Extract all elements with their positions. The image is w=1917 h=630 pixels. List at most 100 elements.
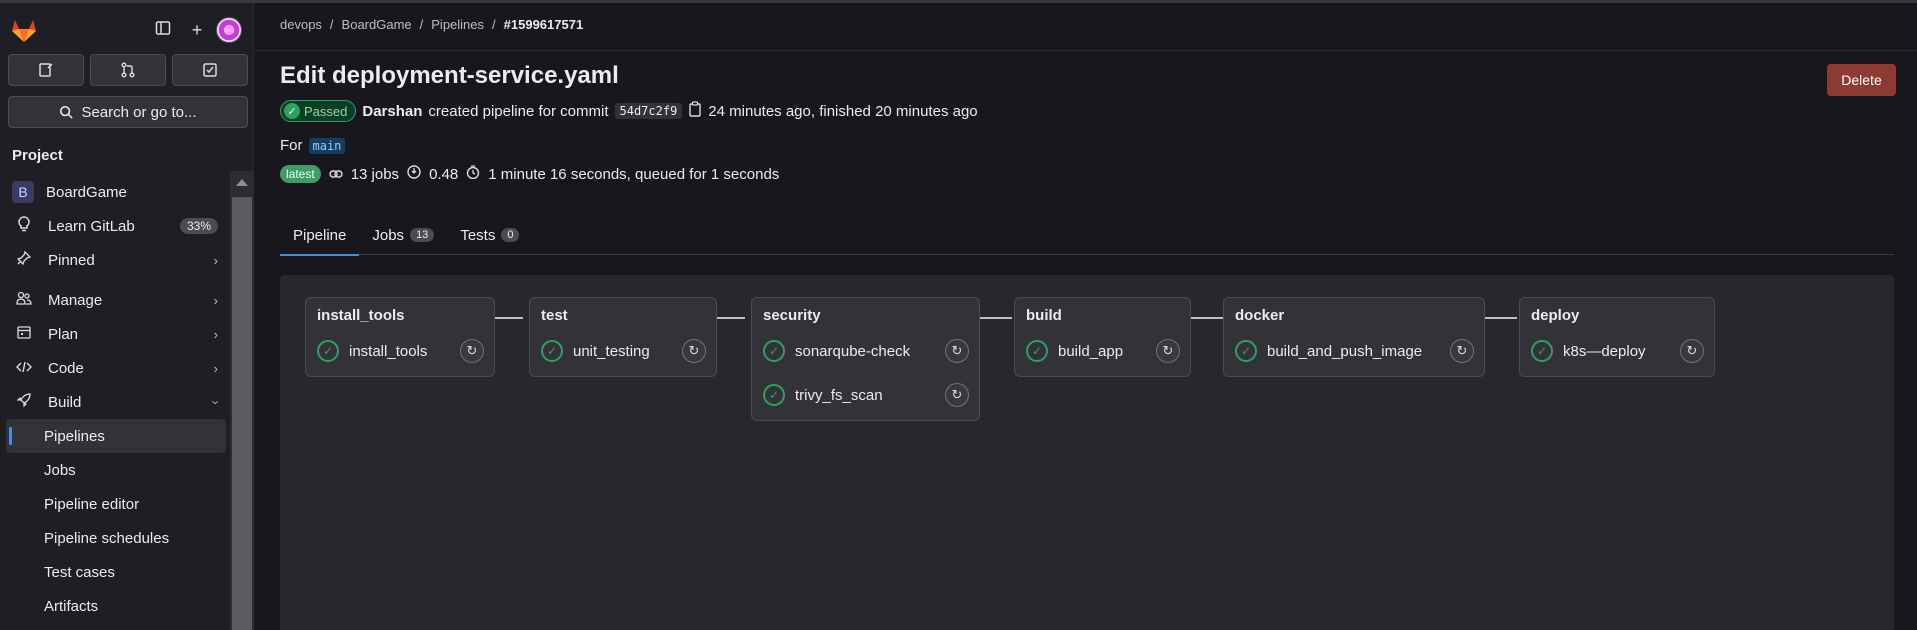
job-k8s-deploy[interactable]: ✓ k8s—deploy xyxy=(1531,338,1646,364)
stage-name: test xyxy=(541,307,568,324)
sidebar-item-code[interactable]: Code › xyxy=(0,351,230,385)
sidebar-toggle-icon[interactable] xyxy=(152,19,174,41)
todos-tab[interactable] xyxy=(172,54,248,86)
pipeline-meta: ✓ Passed Darshan created pipeline for co… xyxy=(280,100,978,122)
tab-pipeline[interactable]: Pipeline xyxy=(280,215,360,256)
tab-jobs[interactable]: Jobs 13 xyxy=(359,215,447,255)
avatar[interactable] xyxy=(216,17,242,43)
sidebar-subitem-artifacts[interactable]: Artifacts xyxy=(0,589,230,623)
sidebar-item-label: Plan xyxy=(48,325,79,343)
sidebar-item-manage[interactable]: Manage › xyxy=(0,283,230,317)
job-build-app[interactable]: ✓ build_app xyxy=(1026,338,1123,364)
page-title: Edit deployment-service.yaml xyxy=(280,62,619,89)
branch-link[interactable]: main xyxy=(308,137,346,154)
commit-sha[interactable]: 54d7c2f9 xyxy=(614,103,683,119)
job-name: build_and_push_image xyxy=(1267,342,1423,360)
sidebar-item-learn-gitlab[interactable]: Learn GitLab 33% xyxy=(0,209,230,243)
sidebar-nav: B BoardGame Learn GitLab 33% Pinned › Ma… xyxy=(0,175,230,623)
retry-icon[interactable]: ↻ xyxy=(945,339,969,363)
job-build-and-push-image[interactable]: ✓ build_and_push_image xyxy=(1235,338,1422,364)
pin-icon xyxy=(14,250,34,269)
job-trivy-fs-scan[interactable]: ✓ trivy_fs_scan xyxy=(763,382,883,408)
stage-connector xyxy=(495,317,523,319)
breadcrumb-separator: / xyxy=(492,17,496,32)
search-icon xyxy=(60,105,74,119)
sidebar-item-project[interactable]: B BoardGame xyxy=(0,175,230,209)
breadcrumb-item[interactable]: BoardGame xyxy=(342,17,412,32)
gitlab-logo-icon[interactable] xyxy=(10,17,38,43)
sidebar-item-plan[interactable]: Plan › xyxy=(0,317,230,351)
progress-badge: 33% xyxy=(179,218,218,234)
latest-badge: latest xyxy=(280,165,321,183)
retry-icon[interactable]: ↻ xyxy=(682,339,706,363)
job-unit-testing[interactable]: ✓ unit_testing xyxy=(541,338,650,364)
retry-icon[interactable]: ↻ xyxy=(1680,339,1704,363)
sidebar-subitem-pipeline-schedules[interactable]: Pipeline schedules xyxy=(0,521,230,555)
status-success-icon: ✓ xyxy=(541,340,563,362)
sidebar-subitem-pipelines[interactable]: Pipelines xyxy=(6,419,226,453)
retry-icon[interactable]: ↻ xyxy=(1156,339,1180,363)
stage-connector xyxy=(717,317,745,319)
sidebar: + Search or go to... Project B BoardGame… xyxy=(0,3,254,630)
chevron-down-icon: › xyxy=(208,399,224,405)
stage-build: build ✓ build_app ↻ xyxy=(1014,297,1191,377)
stage-deploy: deploy ✓ k8s—deploy ↻ xyxy=(1519,297,1715,377)
sidebar-scrollbar[interactable] xyxy=(230,171,254,630)
coverage-icon xyxy=(407,165,421,183)
todo-icon xyxy=(203,63,217,77)
job-name: k8s—deploy xyxy=(1563,342,1646,360)
coverage-value: 0.48 xyxy=(429,165,459,183)
stage-docker: docker ✓ build_and_push_image ↻ xyxy=(1223,297,1485,377)
delete-button[interactable]: Delete xyxy=(1827,64,1896,96)
merge-requests-tab[interactable] xyxy=(90,54,166,86)
duration-text: 1 minute 16 seconds, queued for 1 second… xyxy=(488,165,780,183)
sidebar-item-pinned[interactable]: Pinned › xyxy=(0,243,230,277)
breadcrumb-separator: / xyxy=(419,17,424,32)
breadcrumb-item[interactable]: Pipelines xyxy=(431,17,484,32)
status-success-icon: ✓ xyxy=(763,340,785,362)
status-success-icon: ✓ xyxy=(317,340,339,362)
sidebar-item-label: Manage xyxy=(48,291,103,309)
stage-connector xyxy=(980,317,1012,319)
time-text: 24 minutes ago, finished 20 minutes ago xyxy=(708,102,978,120)
sidebar-section-title: Project xyxy=(12,147,63,164)
sidebar-subitem-pipeline-editor[interactable]: Pipeline editor xyxy=(0,487,230,521)
job-install-tools[interactable]: ✓ install_tools xyxy=(317,338,427,364)
chevron-right-icon: › xyxy=(213,292,218,308)
job-sonarqube-check[interactable]: ✓ sonarqube-check xyxy=(763,338,910,364)
breadcrumb-separator: / xyxy=(329,17,334,32)
stage-name: security xyxy=(763,307,821,324)
plus-icon[interactable]: + xyxy=(186,19,208,41)
job-name: trivy_fs_scan xyxy=(795,386,883,404)
top-border xyxy=(0,0,1917,3)
copy-icon[interactable] xyxy=(688,101,702,121)
job-name: build_app xyxy=(1058,342,1124,360)
breadcrumb-item[interactable]: devops xyxy=(280,17,322,32)
scrollbar-thumb[interactable] xyxy=(232,197,252,630)
tab-label: Tests xyxy=(460,226,496,244)
issues-tab[interactable] xyxy=(8,54,84,86)
breadcrumb-current[interactable]: #1599617571 xyxy=(504,17,584,32)
tests-count-badge: 0 xyxy=(501,228,520,242)
sidebar-header: + xyxy=(10,15,250,45)
check-icon: ✓ xyxy=(284,103,300,119)
branch-info: For main xyxy=(280,137,346,154)
sidebar-item-build[interactable]: Build › xyxy=(0,385,230,419)
jobs-count: 13 jobs xyxy=(350,165,400,183)
stage-install-tools: install_tools ✓ install_tools ↻ xyxy=(305,297,495,377)
job-name: unit_testing xyxy=(573,342,650,360)
tab-tests[interactable]: Tests 0 xyxy=(447,215,532,255)
retry-icon[interactable]: ↻ xyxy=(945,383,969,407)
scroll-up-arrow-icon[interactable] xyxy=(236,179,248,186)
sidebar-subitem-test-cases[interactable]: Test cases xyxy=(0,555,230,589)
search-button[interactable]: Search or go to... xyxy=(8,96,248,128)
retry-icon[interactable]: ↻ xyxy=(460,339,484,363)
status-badge[interactable]: ✓ Passed xyxy=(280,100,357,122)
retry-icon[interactable]: ↻ xyxy=(1450,339,1474,363)
sidebar-item-label: Build xyxy=(48,393,82,411)
author-link[interactable]: Darshan xyxy=(362,103,422,120)
code-icon xyxy=(14,360,34,377)
pipeline-tabs: Pipeline Jobs 13 Tests 0 xyxy=(280,215,1894,256)
sidebar-subitem-jobs[interactable]: Jobs xyxy=(0,453,230,487)
for-label: For xyxy=(280,137,303,154)
